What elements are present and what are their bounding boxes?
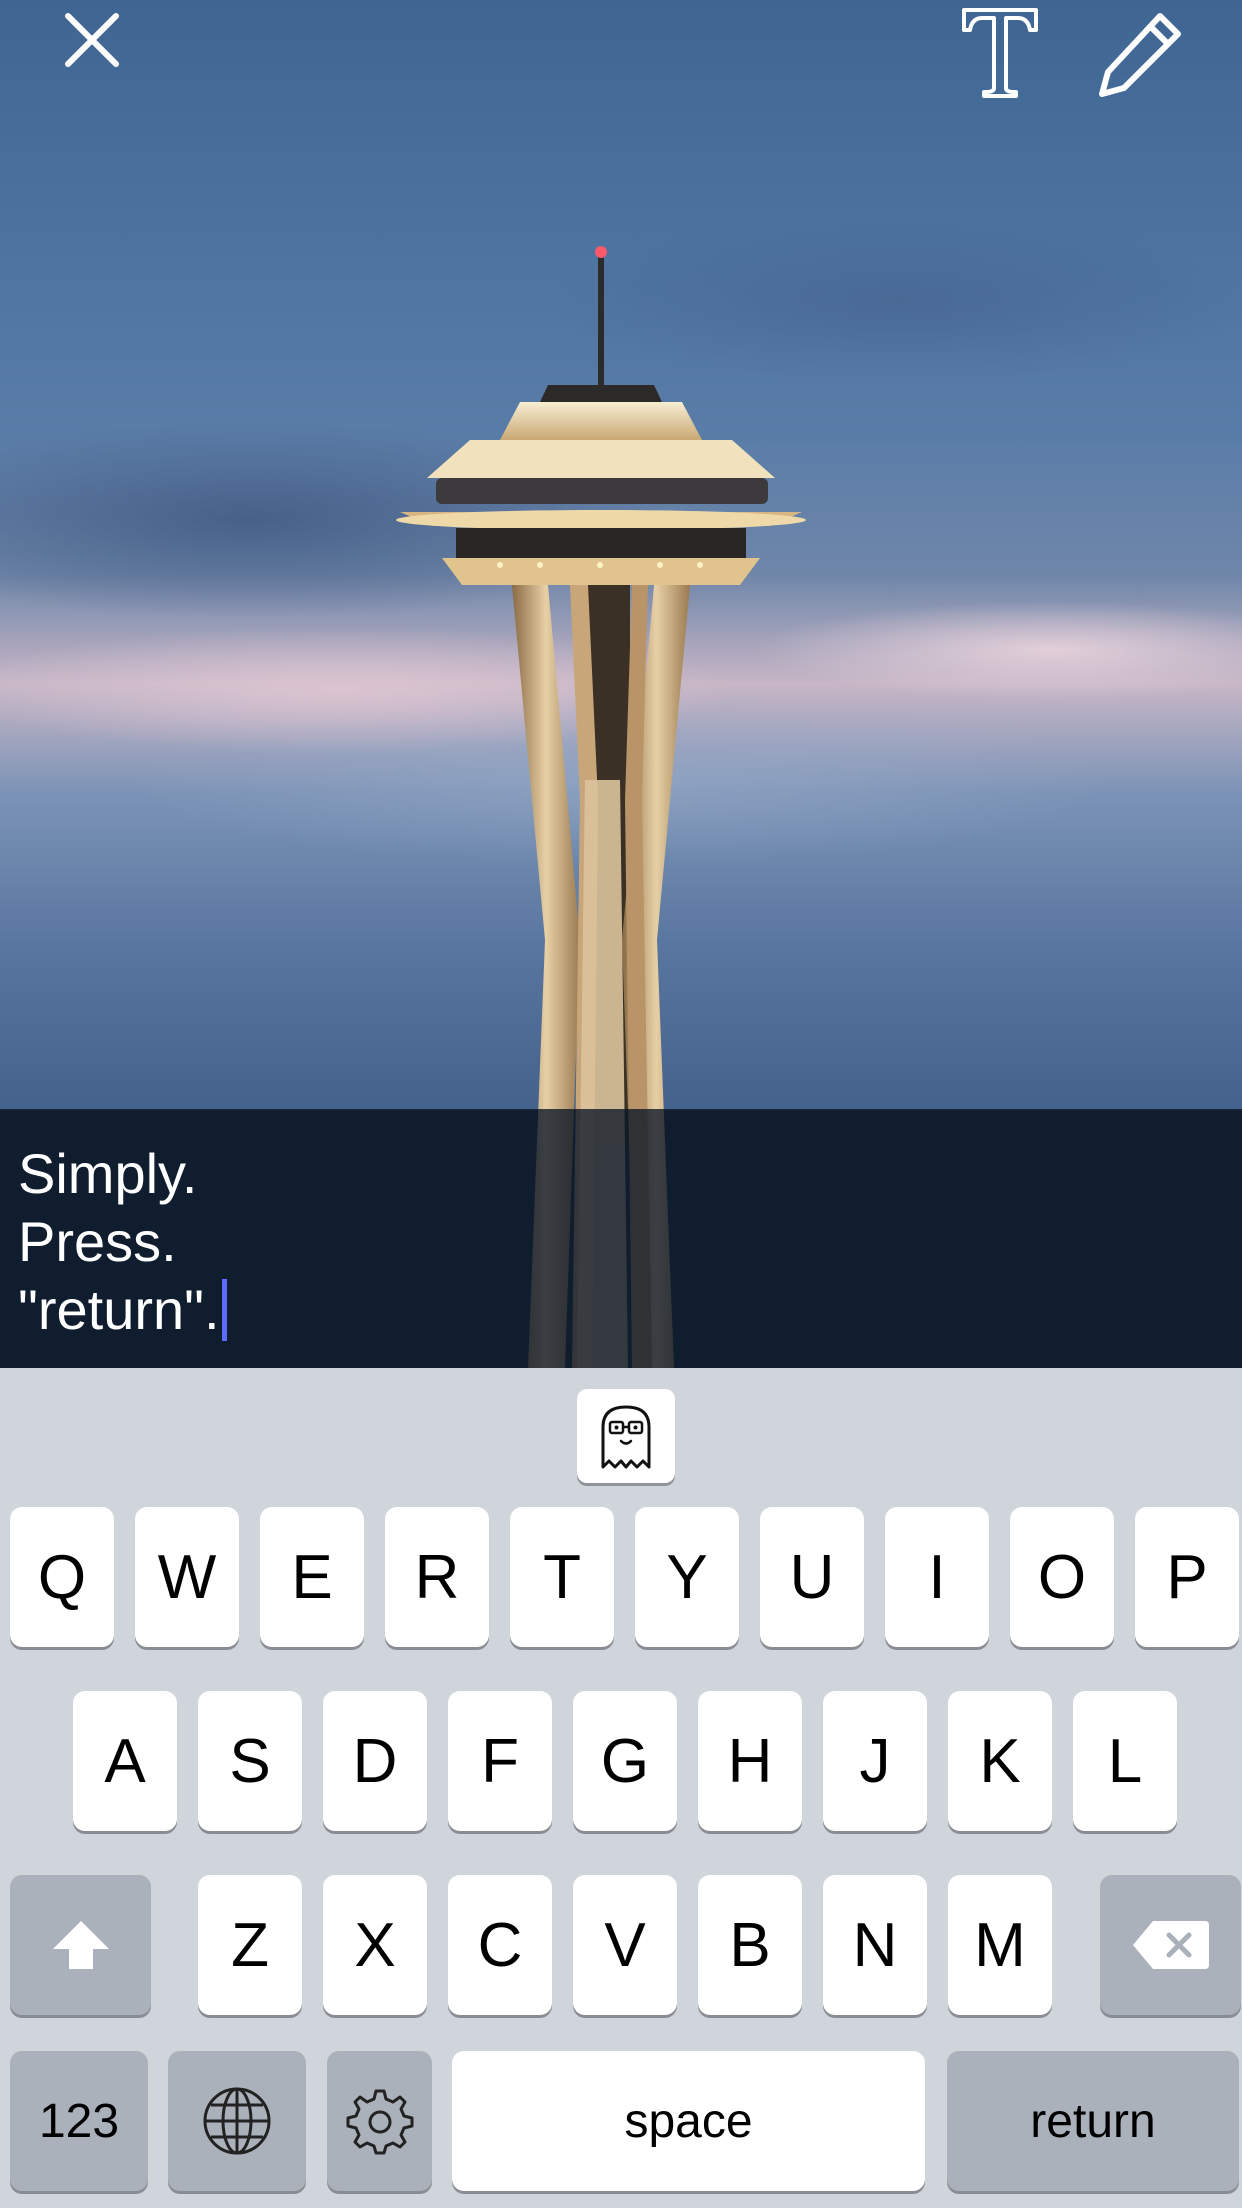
key-y[interactable]: Y bbox=[635, 1507, 739, 1647]
key-d[interactable]: D bbox=[323, 1691, 427, 1831]
caption-line: Press. bbox=[18, 1208, 227, 1276]
key-u[interactable]: U bbox=[760, 1507, 864, 1647]
key-l[interactable]: L bbox=[1073, 1691, 1177, 1831]
key-m[interactable]: M bbox=[948, 1875, 1052, 2015]
key-p[interactable]: P bbox=[1135, 1507, 1239, 1647]
delete-icon bbox=[1132, 1921, 1209, 1969]
gear-icon bbox=[346, 2089, 413, 2155]
key-h[interactable]: H bbox=[698, 1691, 802, 1831]
text-tool-icon[interactable] bbox=[958, 4, 1042, 100]
key-a[interactable]: A bbox=[73, 1691, 177, 1831]
key-c[interactable]: C bbox=[448, 1875, 552, 2015]
key-r[interactable]: R bbox=[385, 1507, 489, 1647]
key-x[interactable]: X bbox=[323, 1875, 427, 2015]
key-i[interactable]: I bbox=[885, 1507, 989, 1647]
text-cursor bbox=[221, 1279, 227, 1341]
close-icon[interactable] bbox=[60, 8, 124, 72]
shift-key[interactable] bbox=[10, 1875, 151, 2015]
caption-line: Simply. bbox=[18, 1142, 198, 1205]
settings-key[interactable] bbox=[327, 2051, 432, 2191]
key-j[interactable]: J bbox=[823, 1691, 927, 1831]
space-key[interactable]: space bbox=[452, 2051, 925, 2191]
key-g[interactable]: G bbox=[573, 1691, 677, 1831]
globe-key[interactable] bbox=[168, 2051, 306, 2191]
caption-line: "return". bbox=[18, 1276, 227, 1344]
return-key[interactable]: return bbox=[947, 2051, 1239, 2191]
key-o[interactable]: O bbox=[1010, 1507, 1114, 1647]
globe-icon bbox=[203, 2087, 271, 2155]
shift-icon bbox=[52, 1921, 109, 1969]
bitmoji-ghost-icon[interactable] bbox=[577, 1389, 675, 1483]
key-e[interactable]: E bbox=[260, 1507, 364, 1647]
key-v[interactable]: V bbox=[573, 1875, 677, 2015]
numbers-key[interactable]: 123 bbox=[10, 2051, 148, 2191]
key-s[interactable]: S bbox=[198, 1691, 302, 1831]
key-b[interactable]: B bbox=[698, 1875, 802, 2015]
key-q[interactable]: Q bbox=[10, 1507, 114, 1647]
pencil-icon[interactable] bbox=[1094, 8, 1186, 100]
caption-text-field[interactable]: Simply. Press. "return". bbox=[18, 1140, 227, 1344]
caption-line-text: "return". bbox=[18, 1278, 220, 1341]
key-n[interactable]: N bbox=[823, 1875, 927, 2015]
key-k[interactable]: K bbox=[948, 1691, 1052, 1831]
delete-key[interactable] bbox=[1100, 1875, 1241, 2015]
caption-line-text: Press. bbox=[18, 1210, 177, 1273]
key-t[interactable]: T bbox=[510, 1507, 614, 1647]
key-z[interactable]: Z bbox=[198, 1875, 302, 2015]
key-f[interactable]: F bbox=[448, 1691, 552, 1831]
key-w[interactable]: W bbox=[135, 1507, 239, 1647]
